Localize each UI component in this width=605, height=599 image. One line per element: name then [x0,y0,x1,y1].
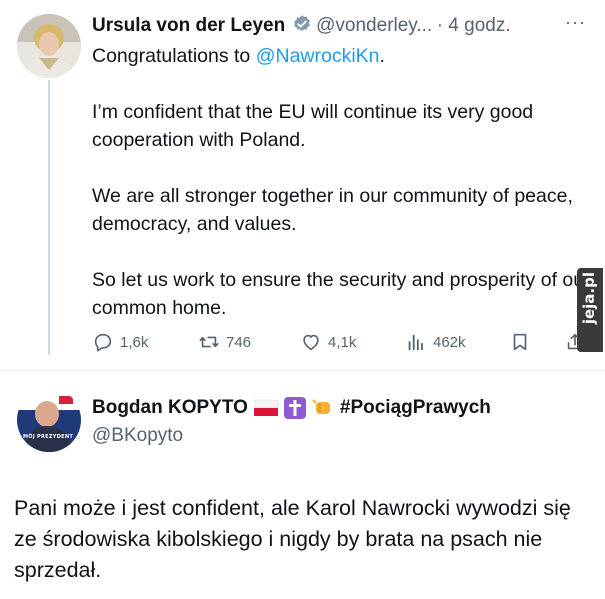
views-icon [408,334,423,351]
retweet-icon [199,336,219,348]
avatar-bogdan[interactable]: MÓJ PREZYDENT [17,388,81,452]
like-button[interactable]: 4,1k [300,331,356,353]
tweet1-body: Congratulations to @NawrockiKn. I’m conf… [92,42,597,322]
mention-link[interactable]: @NawrockiKn [256,45,380,67]
hashtag-link[interactable]: #PociągPrawych [340,397,491,419]
author-handle[interactable]: @vonderley... [316,15,432,36]
like-count: 4,1k [328,333,357,351]
author-name[interactable]: Bogdan KOPYTO [92,397,248,419]
like-icon [303,334,319,351]
tweet-divider [0,370,605,371]
bookmark-icon [513,333,527,351]
cross-icon [283,397,306,419]
author-name[interactable]: Ursula von der Leyen [92,15,285,36]
reply-icon [94,333,112,352]
more-icon[interactable]: ··· [565,12,586,33]
bookmark-button[interactable] [509,331,531,353]
tweet1-paragraph: We are all stronger together in our comm… [92,185,573,235]
text-prefix: Congratulations to [92,45,256,67]
tweet2-body: Pani może i jest confident, ale Karol Na… [14,496,571,582]
tweet1-paragraph: I’m confident that the EU will continue … [92,101,534,151]
verified-icon [293,15,310,31]
reply-count: 1,6k [120,333,149,351]
retweet-button[interactable]: 746 [198,331,251,353]
tweet-time[interactable]: · 4 godz. [437,15,511,36]
author-handle[interactable]: @BKopyto [92,425,183,447]
avatar-ursula[interactable] [17,14,81,78]
tweet1-first-line: Congratulations to @NawrockiKn. [92,42,597,70]
poland-flag-icon [253,399,278,416]
avatar-photo-ursula [17,14,81,78]
watermark-logo: jeja.pl [577,268,603,352]
views-count: 462k [433,333,466,351]
retweet-count: 746 [226,333,252,351]
text-suffix: . [379,45,385,67]
reply-button[interactable]: 1,6k [92,331,148,353]
tweet1-paragraph: So let us work to ensure the security an… [92,269,591,319]
tweet1-header: Ursula von der Leyen @vonderley... · 4 g… [92,14,511,37]
avatar-photo-bogdan [17,388,81,452]
thread-line [48,80,50,355]
fist-icon [312,399,330,414]
views-button[interactable]: 462k [405,331,466,353]
avatar-caption: MÓJ PREZYDENT [23,434,74,440]
tweet2-header: Bogdan KOPYTO #PociągPrawych [92,397,491,419]
watermark-text: jeja.pl [580,272,598,325]
